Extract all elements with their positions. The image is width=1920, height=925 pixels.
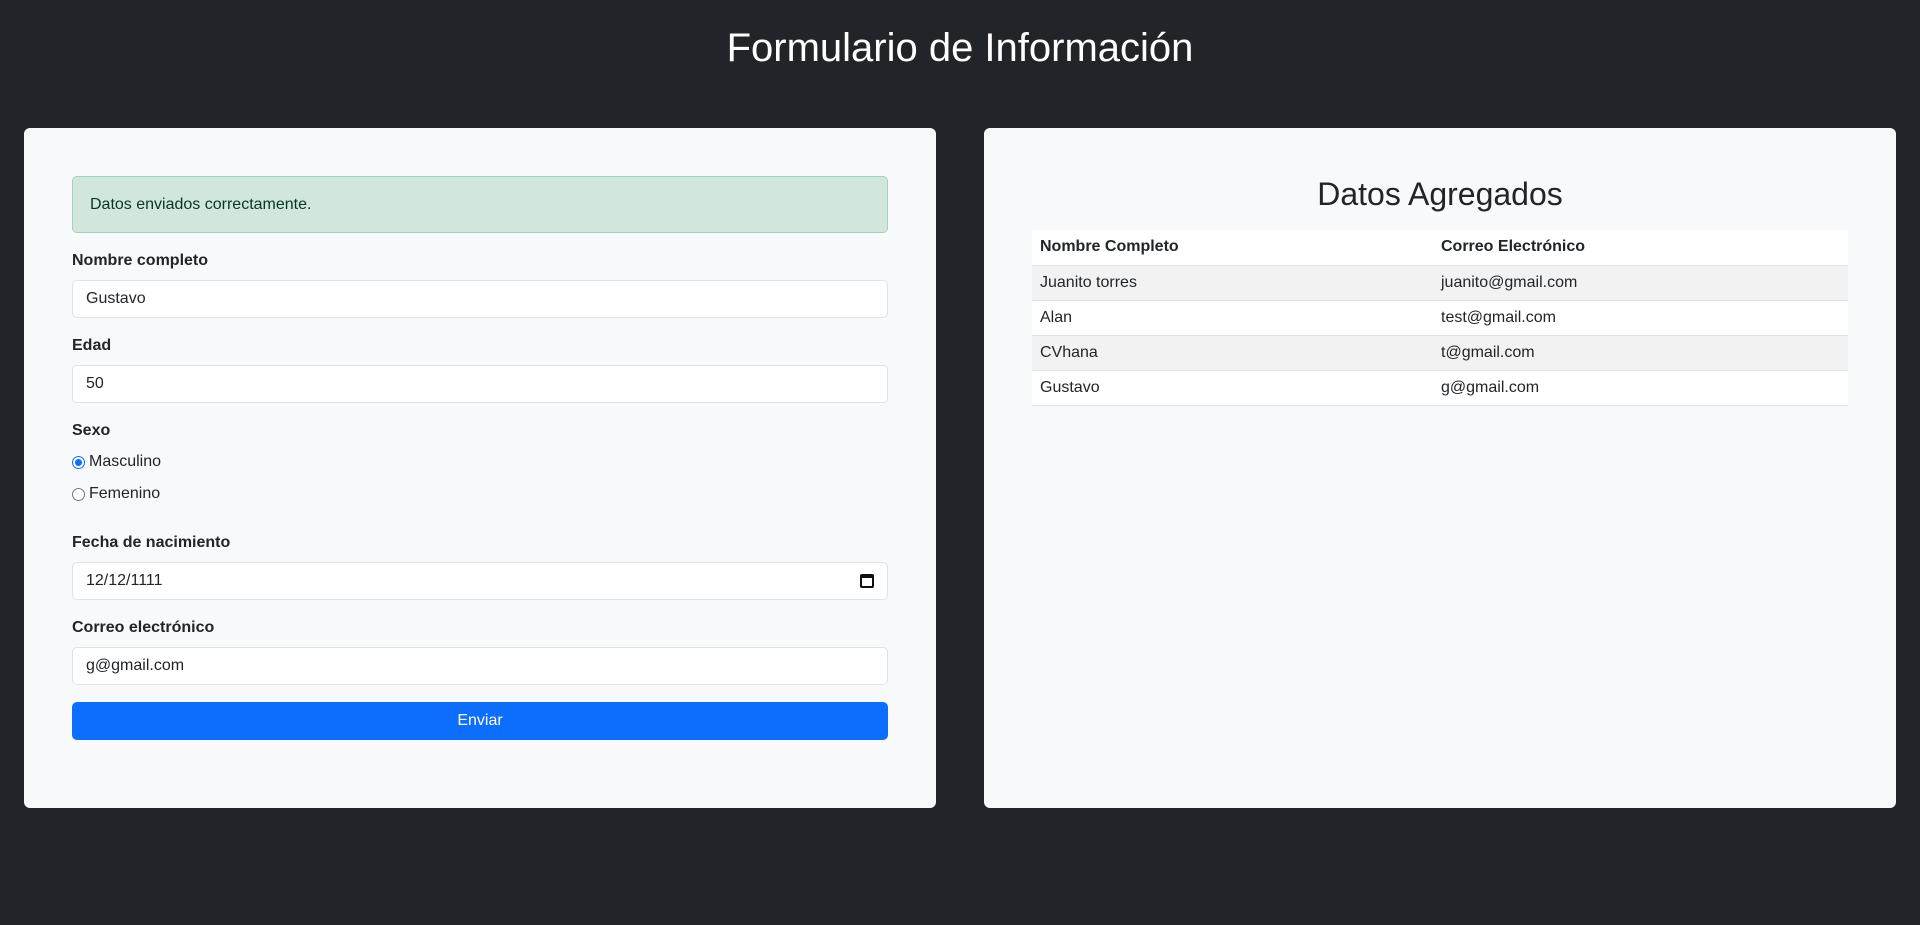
header-nombre: Nombre Completo [1032, 230, 1433, 266]
correo-value: g@gmail.com [86, 657, 185, 674]
radio-masculino-button[interactable] [72, 455, 85, 469]
cell-correo: t@gmail.com [1433, 335, 1848, 371]
nombre-value: Gustavo [86, 290, 146, 307]
cell-nombre: Alan [1032, 300, 1433, 336]
edad-value: 50 [86, 375, 104, 392]
fecha-input[interactable]: 12/12/1111 [72, 562, 888, 600]
sexo-label: Sexo [72, 422, 111, 439]
radio-femenino-label[interactable]: Femenino [89, 485, 160, 503]
success-alert: Datos enviados correctamente. [72, 176, 888, 233]
radio-masculino-label[interactable]: Masculino [89, 453, 161, 471]
radio-masculino[interactable]: Masculino [72, 450, 888, 474]
header-correo: Correo Electrónico [1433, 230, 1848, 266]
cell-correo: juanito@gmail.com [1433, 265, 1848, 301]
data-table: Nombre Completo Correo Electrónico Juani… [1032, 230, 1848, 406]
table-row: CVhana t@gmail.com [1032, 335, 1848, 371]
correo-label: Correo electrónico [72, 619, 215, 636]
nombre-input[interactable]: Gustavo [72, 280, 888, 318]
table-card: Datos Agregados Nombre Completo Correo E… [984, 128, 1896, 808]
table-row: Alan test@gmail.com [1032, 300, 1848, 336]
enviar-button[interactable]: Enviar [72, 702, 888, 740]
table-row: Juanito torres juanito@gmail.com [1032, 265, 1848, 301]
fecha-label: Fecha de nacimiento [72, 534, 231, 551]
cell-correo: g@gmail.com [1433, 370, 1848, 406]
info-form: Datos enviados correctamente. Nombre com… [72, 176, 888, 740]
edad-input[interactable]: 50 [72, 365, 888, 403]
correo-input[interactable]: g@gmail.com [72, 647, 888, 685]
radio-femenino-button[interactable] [72, 487, 85, 501]
cell-nombre: Gustavo [1032, 370, 1433, 406]
cell-correo: test@gmail.com [1433, 300, 1848, 336]
fecha-value: 12/12/1111 [86, 572, 163, 589]
radio-femenino[interactable]: Femenino [72, 482, 888, 506]
cell-nombre: CVhana [1032, 335, 1433, 371]
form-card: Datos enviados correctamente. Nombre com… [24, 128, 936, 808]
table-title: Datos Agregados [1317, 176, 1563, 212]
page-title: Formulario de Información [726, 26, 1194, 70]
calendar-icon[interactable] [860, 574, 874, 588]
table-row: Gustavo g@gmail.com [1032, 370, 1848, 406]
table-header-row: Nombre Completo Correo Electrónico [1032, 230, 1848, 266]
cell-nombre: Juanito torres [1032, 265, 1433, 301]
nombre-label: Nombre completo [72, 252, 209, 269]
edad-label: Edad [72, 337, 112, 354]
